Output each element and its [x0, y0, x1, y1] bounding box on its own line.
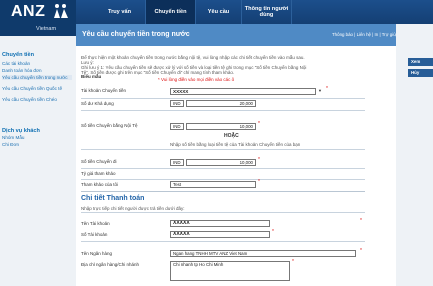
view-button[interactable]: Xem — [408, 58, 433, 66]
bank-name-input[interactable]: Ngan hang TNHH MTV ANZ Viet Nam — [170, 250, 356, 257]
amount-out-label: Số tiền Chuyển đi — [81, 159, 117, 164]
tab-thong-tin-nguoi-dung[interactable]: Thông tin người dùng — [242, 0, 292, 24]
required-marker: * — [360, 218, 362, 224]
or-hint: Nhập số tiền bằng loại tiền tệ của Tài k… — [170, 142, 301, 147]
row-separator — [81, 98, 365, 99]
row-separator — [81, 149, 365, 150]
anz-figures-icon — [54, 4, 68, 18]
intro-note-2: Tệ". Số tiền được ghi trên mục "Số tiền … — [81, 70, 235, 75]
left-sidebar: Chuyển tiền Các tài khoản Danh toán hóa … — [0, 36, 76, 286]
required-marker: * — [272, 229, 274, 235]
brand-country: Vietnam — [36, 26, 57, 32]
brand-name: ANZ — [11, 3, 46, 20]
transfer-account-select[interactable]: XXXXX — [170, 88, 316, 95]
amount-out-currency: IND — [170, 159, 184, 166]
available-balance-label: Số dư Khả dụng — [81, 101, 114, 106]
or-separator: HOẶC — [224, 133, 239, 139]
bank-name-label: Tên Ngân hàng — [81, 251, 113, 256]
page-title: Yêu cầu chuyển tiền trong nước — [82, 31, 190, 38]
balance-amount: 20,000 — [186, 100, 256, 107]
payment-details-title: Chi tiết Thanh toán — [81, 195, 145, 202]
sidebar-item-bill-payment[interactable]: Danh toán hóa đơn — [2, 68, 42, 73]
main-panel: Yêu cầu chuyển tiền trong nước Thông báo… — [76, 24, 422, 286]
right-column: Xem Hủy — [396, 24, 433, 286]
required-marker: * — [360, 248, 362, 254]
required-marker: * — [326, 86, 328, 92]
required-marker: * — [258, 157, 260, 163]
sidebar-item-orders[interactable]: Chi Đơn — [2, 142, 19, 147]
amount-out-input[interactable]: 10,000 — [186, 159, 256, 166]
payee-account-input[interactable]: XXXXX — [170, 231, 270, 238]
form-label: Biểu mẫu — [81, 74, 102, 79]
page-header: Yêu cầu chuyển tiền trong nước Thông báo… — [76, 24, 422, 46]
amount-local-input[interactable]: 10,000 — [186, 123, 256, 130]
amount-local-currency: IND — [170, 123, 184, 130]
payee-name-label: Tên Tài khoản — [81, 221, 110, 226]
row-separator — [81, 168, 365, 169]
transfer-account-label: Tài khoản Chuyển tiền — [81, 88, 127, 93]
row-separator — [81, 179, 365, 180]
intro-text: Để thực hiện một khoản chuyển tiền trong… — [81, 55, 305, 60]
payment-details-hint: Nhập trực tiếp chi tiết người được trả t… — [81, 206, 185, 211]
chevron-down-icon[interactable]: ▼ — [318, 88, 322, 93]
my-reference-label: Tham khảo của tôi — [81, 182, 119, 187]
sidebar-heading-services: Dịch vụ khách — [2, 128, 40, 134]
required-marker: * — [258, 121, 260, 127]
amount-local-label: Số tiền Chuyển bằng Nội Tệ — [81, 123, 138, 128]
row-separator — [81, 110, 365, 111]
sidebar-item-accounts[interactable]: Các tài khoản — [2, 61, 30, 66]
sidebar-item-template-group[interactable]: Nhóm Mẫu — [2, 135, 24, 140]
required-hint: * Vui lòng điền vào mọi điền vào các ô — [158, 77, 235, 82]
tab-chuyen-tien[interactable]: Chuyển tiền — [146, 0, 196, 24]
sidebar-item-domestic-transfer[interactable]: Yêu cầu chuyển tiền trong nước — [2, 75, 72, 80]
exchange-rate-label: Tỷ giá tham khảo — [81, 171, 116, 176]
tab-yeu-cau[interactable]: Yêu cầu — [196, 0, 242, 24]
required-marker: * — [292, 259, 294, 265]
app-window: ANZ Vietnam Truy vấn Chuyển tiền Yêu cầu… — [0, 0, 433, 286]
sidebar-item-cross-transfer[interactable]: Yêu cầu Chuyển tiền Chéo — [2, 97, 57, 102]
my-reference-input[interactable]: Test — [170, 181, 256, 188]
row-separator — [81, 241, 365, 242]
anz-logo[interactable]: ANZ Vietnam — [0, 0, 76, 36]
bank-branch-input[interactable]: Chi nhanh tp Ho Chi Minh — [170, 261, 290, 281]
tab-truy-van[interactable]: Truy vấn — [94, 0, 146, 24]
sidebar-item-international-transfer[interactable]: Yêu cầu Chuyển tiền Quốc tế — [2, 86, 62, 91]
cancel-button[interactable]: Hủy — [408, 69, 433, 77]
required-marker: * — [258, 179, 260, 185]
row-separator — [81, 212, 365, 213]
sidebar-heading-transfers: Chuyển tiền — [2, 52, 35, 58]
bank-branch-label: Địa chỉ ngân hàng/Chi nhánh — [81, 262, 140, 267]
main-nav: Truy vấn Chuyển tiền Yêu cầu Thông tin n… — [94, 0, 292, 24]
section-divider — [81, 191, 365, 192]
payee-name-input[interactable]: XXXXX — [170, 220, 270, 227]
balance-currency: IND — [170, 100, 184, 107]
payee-account-label: Số Tài khoản — [81, 232, 108, 237]
